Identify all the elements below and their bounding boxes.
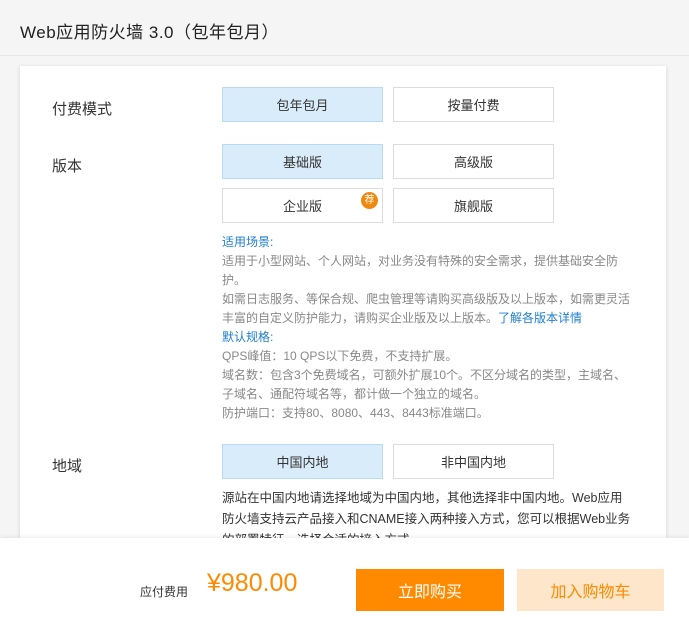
qps-spec: QPS峰值：10 QPS以下免费，不支持扩展。 (222, 349, 458, 363)
edition-option-enterprise-label: 企业版 (282, 199, 322, 214)
edition-option-flagship-label: 旗舰版 (453, 199, 493, 214)
spec-title: 默认规格: (222, 330, 274, 344)
billing-option-pay-as-you-go[interactable]: 按量付费 (393, 87, 554, 122)
domain-spec: 域名数：包含3个免费域名，可额外扩展10个。不区分域名的类型，主域名、子域名、通… (222, 368, 627, 401)
region-description: 源站在中国内地请选择地域为中国内地，其他选择非中国内地。Web应用防火墙支持云产… (222, 491, 631, 538)
region-option-mainland[interactable]: 中国内地 (222, 444, 383, 479)
add-to-cart-label: 加入购物车 (550, 584, 631, 601)
buy-now-label: 立即购买 (397, 584, 462, 601)
region-option-outside-mainland-label: 非中国内地 (440, 455, 506, 470)
edition-option-advanced-label: 高级版 (453, 155, 493, 170)
add-to-cart-button[interactable]: 加入购物车 (517, 569, 664, 611)
billing-option-subscription-label: 包年包月 (276, 98, 329, 113)
page-header: Web应用防火墙 3.0（包年包月） (0, 0, 689, 56)
billing-option-subscription[interactable]: 包年包月 (222, 87, 383, 122)
price-value: ¥980.00 (207, 569, 298, 597)
region-label: 地域 (52, 458, 83, 475)
buy-now-button[interactable]: 立即购买 (356, 569, 504, 611)
billing-option-pay-as-you-go-label: 按量付费 (447, 98, 500, 113)
edition-info: 适用场景: 适用于小型网站、个人网站，对业务没有特殊的安全需求，提供基础安全防护… (222, 233, 634, 423)
edition-option-flagship[interactable]: 旗舰版 (393, 188, 554, 223)
edition-details-link[interactable]: 了解各版本详情 (498, 311, 582, 325)
edition-option-advanced[interactable]: 高级版 (393, 144, 554, 179)
scenario-text: 适用于小型网站、个人网站，对业务没有特殊的安全需求，提供基础安全防护。 (222, 254, 619, 287)
upgrade-paragraph: 如需日志服务、等保合规、爬虫管理等请购买高级版及以上版本，如需更灵活丰富的自定义… (222, 290, 634, 328)
edition-option-basic-label: 基础版 (282, 155, 322, 170)
region-option-mainland-label: 中国内地 (276, 455, 329, 470)
region-option-outside-mainland[interactable]: 非中国内地 (393, 444, 554, 479)
order-footer: 应付费用 ¥980.00 立即购买 加入购物车 (0, 538, 689, 617)
edition-option-enterprise[interactable]: 企业版 荐 (222, 188, 383, 223)
page-title: Web应用防火墙 3.0（包年包月） (20, 23, 280, 42)
port-spec: 防护端口：支持80、8080、443、8443标准端口。 (222, 406, 489, 420)
edition-option-basic[interactable]: 基础版 (222, 144, 383, 179)
billing-mode-label: 付费模式 (52, 101, 113, 118)
scenario-title: 适用场景: (222, 235, 274, 249)
edition-label: 版本 (52, 158, 83, 175)
purchase-form-card: 付费模式 包年包月 按量付费 版本 基础版 高级版 企业版 荐 旗舰版 适用场景… (20, 66, 666, 538)
recommend-badge: 荐 (361, 192, 378, 209)
fee-label: 应付费用 (140, 585, 189, 599)
